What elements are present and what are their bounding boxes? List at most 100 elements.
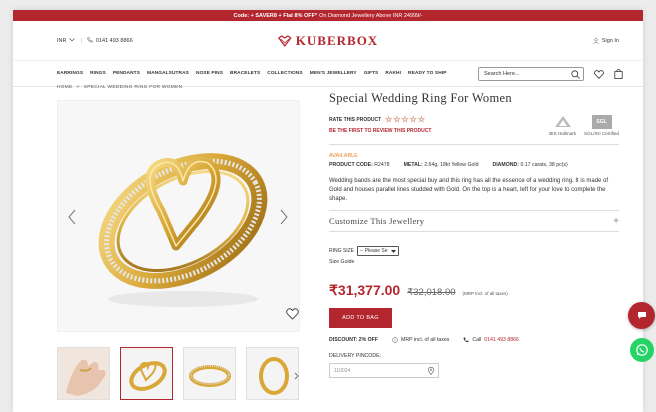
customize-accordion[interactable]: Customize This Jewellery + bbox=[329, 210, 619, 232]
product-specs: PRODUCT CODE: R2478 METAL: 2.64g, 18kt Y… bbox=[329, 162, 619, 168]
ring-image bbox=[98, 153, 268, 307]
search-input[interactable]: Search Here... bbox=[478, 67, 584, 81]
nav-item-gifts[interactable]: GIFTS bbox=[364, 71, 379, 76]
chat-bubble-icon bbox=[637, 312, 646, 319]
nav-item-pendants[interactable]: PENDANTS bbox=[113, 71, 140, 76]
phone-icon bbox=[463, 337, 469, 343]
nav-item-collections[interactable]: COLLECTIONS bbox=[267, 71, 302, 76]
search-icon[interactable] bbox=[571, 69, 580, 79]
nav-item-rings[interactable]: RINGS bbox=[90, 71, 106, 76]
top-bar: INR | 0141 493 8866 KUBERBOX Sign In bbox=[13, 21, 643, 61]
mrp-incl-text: MRP incl. of all taxes bbox=[401, 337, 450, 343]
review-prompt[interactable]: BE THE FIRST TO REVIEW THIS PRODUCT bbox=[329, 128, 431, 134]
currency-selector[interactable]: INR bbox=[57, 38, 66, 44]
breadcrumb-separator: > bbox=[76, 85, 80, 90]
divider bbox=[329, 144, 619, 145]
pincode-label: DELIVERY PINCODE: bbox=[329, 353, 381, 359]
info-icon bbox=[392, 337, 398, 343]
thumbnail-ring-front[interactable] bbox=[120, 347, 173, 400]
cert-sgl-label: SGL/IGI Certified bbox=[584, 131, 619, 136]
chevron-right-small-icon bbox=[294, 372, 299, 380]
brand-logo[interactable]: KUBERBOX bbox=[277, 32, 379, 49]
shopping-bag-icon[interactable] bbox=[614, 69, 623, 79]
chevron-right-icon bbox=[280, 209, 288, 225]
promo-code: Code: + SAVER8 + Flat 8% OFF* bbox=[233, 12, 318, 19]
call-number[interactable]: 0141 493 8866 bbox=[484, 337, 519, 343]
ring-size-value: -- Please Se bbox=[360, 248, 388, 254]
plus-icon[interactable]: + bbox=[613, 216, 619, 227]
sign-in-label: Sign In bbox=[601, 37, 619, 44]
user-icon bbox=[593, 37, 599, 44]
phone-number[interactable]: 0141 493 8866 bbox=[96, 38, 133, 44]
dropdown-arrow-icon bbox=[390, 249, 396, 253]
nav-item-ready-to-ship[interactable]: READY TO SHIP bbox=[408, 71, 446, 76]
nav-item-mangalsutras[interactable]: MANGALSUTRAS bbox=[147, 71, 189, 76]
pincode-input[interactable]: 110024 bbox=[329, 363, 439, 378]
thumbnail-ring-side[interactable] bbox=[183, 347, 236, 400]
wishlist-heart-icon[interactable] bbox=[594, 69, 604, 79]
main-nav: EARRINGS RINGS PENDANTS MANGALSUTRAS NOS… bbox=[13, 61, 643, 87]
chat-button[interactable] bbox=[628, 302, 655, 329]
logo-mark-icon bbox=[277, 34, 292, 47]
mrp-note: (MRP Incl. of all taxes) bbox=[462, 291, 508, 296]
original-price: ₹32,018.00 bbox=[407, 287, 456, 298]
rating-stars[interactable]: ☆☆☆☆☆ bbox=[385, 115, 426, 124]
cert-bis-label: BIS Hallmark bbox=[549, 131, 577, 136]
hallmark-icon bbox=[554, 116, 571, 127]
breadcrumb: HOME > SPECIAL WEDDING RING FOR WOMEN bbox=[57, 85, 182, 90]
ring-thumb-image bbox=[129, 361, 167, 391]
metal-value: 2.64g, 18kt Yellow Gold bbox=[424, 162, 479, 168]
divider: | bbox=[80, 37, 82, 44]
code-label: PRODUCT CODE: bbox=[329, 162, 373, 168]
thumbnail-ring-profile[interactable] bbox=[246, 347, 299, 400]
page-frame: Code: + SAVER8 + Flat 8% OFF* On Diamond… bbox=[13, 10, 643, 412]
rate-label: RATE THIS PRODUCT bbox=[329, 116, 382, 123]
thumbnail-next-arrow[interactable] bbox=[294, 367, 299, 385]
price: ₹31,377.00 bbox=[329, 282, 401, 298]
add-to-bag-button[interactable]: ADD TO BAG bbox=[329, 308, 392, 328]
nav-item-mens-jewellery[interactable]: MEN'S JEWELLERY bbox=[310, 71, 357, 76]
product-description: Wedding bands are the most special buy a… bbox=[329, 178, 609, 202]
hand-ring-image bbox=[58, 348, 109, 399]
whatsapp-button[interactable] bbox=[630, 338, 654, 362]
search-placeholder: Search Here... bbox=[484, 71, 520, 77]
product-details: Special Wedding Ring For Women RATE THIS… bbox=[329, 91, 619, 378]
bis-hallmark-badge: BIS Hallmark bbox=[549, 115, 576, 136]
nav-item-earrings[interactable]: EARRINGS bbox=[57, 71, 83, 76]
ring-profile-image bbox=[259, 357, 289, 395]
availability-status: AVAILABLE bbox=[329, 153, 358, 159]
pincode-placeholder: 110024 bbox=[334, 367, 351, 374]
metal-label: METAL: bbox=[403, 162, 423, 168]
next-image-arrow[interactable] bbox=[280, 209, 288, 230]
phone-icon bbox=[87, 36, 93, 45]
promo-banner[interactable]: Code: + SAVER8 + Flat 8% OFF* On Diamond… bbox=[13, 10, 643, 21]
prev-image-arrow[interactable] bbox=[68, 209, 76, 230]
product-main-image[interactable] bbox=[57, 100, 300, 332]
sign-in-link[interactable]: Sign In bbox=[593, 38, 619, 44]
thumbnail-hand[interactable] bbox=[57, 347, 110, 400]
size-guide-link[interactable]: Size Guide bbox=[329, 259, 619, 265]
ring-size-select[interactable]: -- Please Se bbox=[357, 246, 399, 256]
brand-name: KUBERBOX bbox=[295, 32, 379, 48]
code-value: R2478 bbox=[374, 162, 390, 168]
heart-icon bbox=[286, 308, 299, 320]
whatsapp-icon bbox=[636, 344, 648, 356]
nav-item-rakhi[interactable]: RAKHI bbox=[385, 71, 401, 76]
nav-item-bracelets[interactable]: BRACELETS bbox=[230, 71, 260, 76]
product-title: Special Wedding Ring For Women bbox=[329, 91, 512, 105]
discount-text: DISCOUNT: 2% OFF bbox=[329, 337, 378, 343]
sgl-icon: SGL bbox=[591, 115, 612, 129]
customize-title: Customize This Jewellery bbox=[329, 216, 425, 226]
add-to-wishlist-button[interactable] bbox=[286, 307, 299, 325]
diamond-value: 0.17 carats, 38 pc(s) bbox=[520, 162, 568, 168]
diamond-label: DIAMOND: bbox=[492, 162, 519, 168]
thumbnail-strip bbox=[57, 347, 299, 400]
call-label: Call bbox=[472, 337, 482, 343]
sgl-certified-badge: SGL SGL/IGI Certified bbox=[584, 115, 619, 136]
chevron-left-icon bbox=[68, 209, 76, 225]
chevron-down-icon[interactable] bbox=[69, 37, 76, 44]
location-pin-icon[interactable] bbox=[428, 366, 434, 375]
nav-item-nose-pins[interactable]: NOSE PINS bbox=[196, 71, 223, 76]
promo-text: On Diamond Jewellery Above INR 24999/- bbox=[319, 12, 423, 19]
breadcrumb-home[interactable]: HOME bbox=[57, 85, 73, 90]
